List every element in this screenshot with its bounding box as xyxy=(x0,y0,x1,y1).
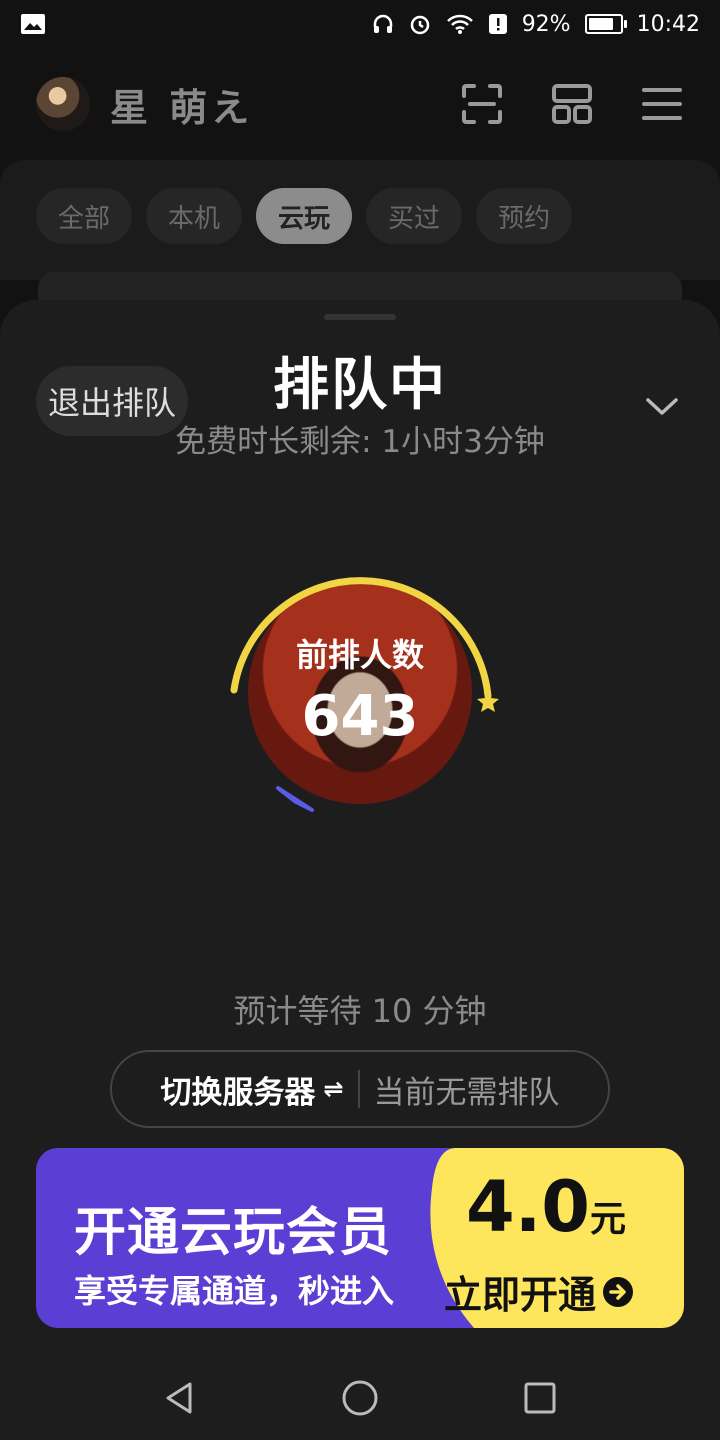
back-icon[interactable] xyxy=(160,1378,200,1418)
scan-icon[interactable] xyxy=(460,82,504,126)
grid-icon[interactable] xyxy=(550,82,594,126)
battery-percent: 92% xyxy=(521,11,571,37)
estimated-wait: 预计等待 10 分钟 xyxy=(233,992,487,1030)
queue-ahead-label: 前排人数 xyxy=(295,636,424,674)
queue-sheet: 排队中 退出排队 免费时长剩余: 1小时3分钟 前排人数 643 预计等待 10… xyxy=(0,300,720,1440)
server-switch-pill: 切换服务器 ⇌ 当前无需排队 xyxy=(110,1050,610,1128)
switch-server-label: 切换服务器 xyxy=(160,1074,316,1111)
home-icon[interactable] xyxy=(340,1378,380,1418)
queue-ahead-count: 643 xyxy=(301,684,419,749)
price-unit: 元 xyxy=(590,1199,627,1240)
clock-time: 10:42 xyxy=(636,11,700,37)
tab-bar: 全部 本机 云玩 买过 预约 xyxy=(36,188,573,244)
membership-banner[interactable]: 开通云玩会员 享受专属通道，秒进入 4.0元 立即开通 xyxy=(36,1148,684,1328)
banner-title: 开通云玩会员 xyxy=(74,1203,393,1263)
image-notification-icon xyxy=(21,14,45,34)
tab-local[interactable]: 本机 xyxy=(146,188,243,244)
battery-icon xyxy=(584,14,627,34)
drag-handle[interactable] xyxy=(324,314,396,320)
price: 4.0元 xyxy=(466,1166,626,1248)
tab-reserved[interactable]: 预约 xyxy=(476,188,573,244)
tab-purchased[interactable]: 买过 xyxy=(366,188,463,244)
app-header: 星 萌え xyxy=(0,56,720,152)
wifi-icon xyxy=(446,14,473,34)
status-bar: 92% 10:42 xyxy=(0,0,720,48)
tabs-panel: 全部 本机 云玩 买过 预约 xyxy=(0,160,720,280)
free-time-remaining: 免费时长剩余: 1小时3分钟 xyxy=(175,424,545,460)
headphones-icon xyxy=(373,14,392,33)
open-membership-label: 立即开通 xyxy=(444,1273,597,1317)
swap-icon: ⇌ xyxy=(323,1075,344,1103)
tab-all[interactable]: 全部 xyxy=(36,188,133,244)
alarm-icon xyxy=(410,15,429,35)
system-nav-bar xyxy=(0,1356,720,1440)
open-membership-button[interactable]: 立即开通 xyxy=(444,1264,634,1319)
pill-divider xyxy=(357,1070,360,1108)
price-value: 4.0 xyxy=(466,1166,591,1248)
recents-icon[interactable] xyxy=(520,1378,560,1418)
tab-cloud[interactable]: 云玩 xyxy=(256,188,353,244)
menu-icon[interactable] xyxy=(640,82,684,126)
username[interactable]: 星 萌え xyxy=(110,77,253,132)
arrow-right-circle-icon xyxy=(603,1276,634,1307)
switch-server-button[interactable]: 切换服务器 ⇌ xyxy=(160,1067,343,1112)
banner-subtitle: 享受专属通道，秒进入 xyxy=(74,1272,395,1310)
alert-icon xyxy=(488,14,507,34)
server-status: 当前无需排队 xyxy=(373,1074,560,1111)
avatar[interactable] xyxy=(36,77,90,131)
